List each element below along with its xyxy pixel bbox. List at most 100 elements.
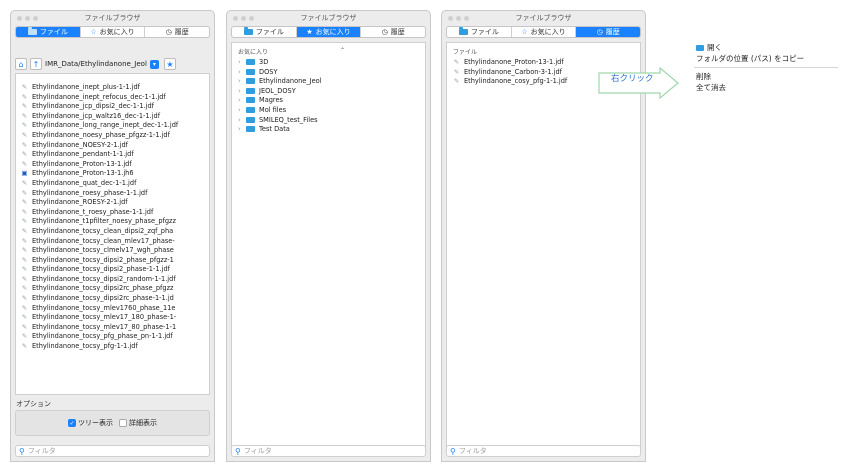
file-list-item[interactable]: ✎ Ethylindanone_t1pfilter_noesy_phase_pfg… [21, 217, 209, 227]
home-button[interactable]: ⌂ [15, 58, 27, 70]
chevron-right-icon[interactable]: › [238, 87, 246, 97]
window-controls[interactable] [448, 16, 469, 21]
file-list-item[interactable]: ✎ Ethylindanone_tocsy_clean_dipsi2_zqf_ph… [21, 227, 209, 237]
file-list-item[interactable]: ✎ Ethylindanone_tocsy_dipsi2rc_phase-1-1.… [21, 294, 209, 304]
file-list-item[interactable]: ✎ Ethylindanone_tocsy_clmelv17_wgh_phase [21, 246, 209, 256]
file-list-item[interactable]: ✎ Ethylindanone_roesy_phase-1-1.jdf [21, 189, 209, 199]
file-icon: ✎ [453, 58, 460, 66]
home-icon: ⌂ [18, 59, 24, 69]
file-browser-window-files: ファイルブラウザ ファイル ☆ お気に入り ◷ 履歴 ⌂ ↑ IMR_Data/Et… [10, 10, 215, 462]
sort-chevron-icon[interactable]: ⌃ [340, 47, 345, 56]
file-list-item[interactable]: ✎ Ethylindanone_tocsy_clean_mlev17_phase- [21, 237, 209, 247]
tab-favorites[interactable]: ☆ お気に入り [512, 27, 577, 37]
tab-favorites[interactable]: ★ お気に入り [296, 27, 362, 37]
file-name: Ethylindanone_long_range_inept_dec-1-1.j… [32, 121, 179, 130]
chevron-right-icon[interactable]: › [238, 116, 246, 126]
file-list-item[interactable]: ✎ Ethylindanone_tocsy_dipsi2_phase_pfgzz-… [21, 256, 209, 266]
tab-files[interactable]: ファイル [16, 27, 81, 37]
favorite-folder-item[interactable]: › Test Data [238, 125, 425, 135]
chevron-right-icon[interactable]: › [238, 96, 246, 106]
file-list-item[interactable]: ✎ Ethylindanone_long_range_inept_dec-1-1.… [21, 121, 209, 131]
file-list-item[interactable]: ✎ Ethylindanone_tocsy_dipsi2rc_phase_pfgz… [21, 284, 209, 294]
favorite-folder-item[interactable]: › Ethylindanone_Jeol [238, 77, 425, 87]
menu-item-copy-path[interactable]: フォルダの位置 (パス) をコピー [690, 53, 838, 64]
file-list-item[interactable]: ▣ Ethylindanone_Proton-13-1.jh6 [21, 169, 209, 179]
path-dropdown-button[interactable]: ▾ [149, 59, 159, 69]
favorite-folder-item[interactable]: › JEOL_DOSY [238, 87, 425, 97]
favorites-list[interactable]: お気に入り ⌃ › 3D › DOSY › Ethylindanone_Jeol › JEOL… [231, 42, 426, 450]
favorite-folder-item[interactable]: › SMILEQ_test_Files [238, 116, 425, 126]
chevron-down-icon: ▾ [152, 60, 156, 68]
file-list-item[interactable]: ✎ Ethylindanone_jcp_waltz16_dec-1-1.jdf [21, 112, 209, 122]
tab-history[interactable]: ◷ 履歴 [576, 27, 640, 37]
tab-favorites[interactable]: ☆ お気に入り [81, 27, 146, 37]
file-list-item[interactable]: ✎ Ethylindanone_quat_dec-1-1.jdf [21, 179, 209, 189]
column-header-files[interactable]: ファイル [453, 47, 640, 56]
window-controls[interactable] [233, 16, 254, 21]
chevron-right-icon[interactable]: › [238, 77, 246, 87]
filter-field[interactable]: ⚲ フィルタ [231, 445, 426, 457]
file-list-item[interactable]: ✎ Ethylindanone_tocsy_dipsi2_random-1-1.j… [21, 275, 209, 285]
file-name: Ethylindanone_t_roesy_phase-1-1.jdf [32, 207, 154, 216]
file-list-item[interactable]: ✎ Ethylindanone_noesy_phase_pfgzz-1-1.jdf [21, 131, 209, 141]
file-list-item[interactable]: ✎ Ethylindanone_pendant-1-1.jdf [21, 150, 209, 160]
detail-view-checkbox[interactable]: 詳細表示 [119, 418, 157, 428]
tab-history[interactable]: ◷ 履歴 [145, 27, 209, 37]
favorite-folder-item[interactable]: › Magres [238, 96, 425, 106]
file-name: Ethylindanone_quat_dec-1-1.jdf [32, 178, 137, 187]
file-icon: ✎ [21, 274, 28, 283]
tab-files[interactable]: ファイル [447, 27, 512, 37]
filter-input[interactable]: フィルタ [244, 446, 272, 456]
file-icon: ✎ [21, 121, 28, 130]
file-list-item[interactable]: ✎ Ethylindanone_tocsy_pfg_phase_pn-1-1.jd… [21, 332, 209, 342]
file-list-item[interactable]: ✎ Ethylindanone_tocsy_dipsi2_phase-1-1.jd… [21, 265, 209, 275]
current-path: IMR_Data/Ethylindanone_Jeol [45, 60, 147, 68]
file-name: Ethylindanone_Proton-13-1.jdf [464, 58, 564, 66]
window-controls[interactable] [17, 16, 38, 21]
file-list-item[interactable]: ✎ Ethylindanone_tocsy_mlev17_180_phase-1- [21, 313, 209, 323]
file-list-item[interactable]: ✎ Ethylindanone_t_roesy_phase-1-1.jdf [21, 208, 209, 218]
file-list-item[interactable]: ✎ Ethylindanone_NOESY-2-1.jdf [21, 141, 209, 151]
chevron-right-icon[interactable]: › [238, 58, 246, 68]
filter-input[interactable]: フィルタ [459, 446, 487, 456]
file-list-item[interactable]: ✎ Ethylindanone_inept_plus-1-1.jdf [21, 83, 209, 93]
file-icon: ✎ [21, 102, 28, 111]
file-list-item[interactable]: ✎ Ethylindanone_ROESY-2-1.jdf [21, 198, 209, 208]
add-favorite-button[interactable]: ★ [163, 58, 176, 70]
folder-icon [246, 87, 255, 94]
file-list-item[interactable]: ✎ Ethylindanone_inept_refocus_dec-1-1.jdf [21, 93, 209, 103]
column-header-favorites[interactable]: お気に入り [238, 47, 268, 56]
filter-input[interactable]: フィルタ [28, 446, 56, 456]
menu-item-delete[interactable]: 削除 [690, 71, 838, 82]
favorite-folder-item[interactable]: › 3D [238, 58, 425, 68]
tab-bar: ファイル ☆ お気に入り ◷ 履歴 [15, 26, 210, 38]
file-list-item[interactable]: ✎ Ethylindanone_jcp_dipsi2_dec-1-1.jdf [21, 102, 209, 112]
tab-history[interactable]: ◷ 履歴 [361, 27, 425, 37]
chevron-right-icon[interactable]: › [238, 68, 246, 78]
file-icon: ✎ [21, 111, 28, 120]
file-list-item[interactable]: ✎ Ethylindanone_tocsy_mlev17_80_phase-1-1 [21, 323, 209, 333]
file-list[interactable]: ✎ Ethylindanone_inept_plus-1-1.jdf ✎ Ethyli… [15, 73, 210, 395]
filter-field[interactable]: ⚲ フィルタ [15, 445, 210, 457]
tree-view-checkbox[interactable]: ✓ ツリー表示 [68, 418, 113, 428]
file-list-item[interactable]: ✎ Ethylindanone_tocsy_pfg-1-1.jdf [21, 342, 209, 352]
file-list-item[interactable]: ✎ Ethylindanone_Proton-13-1.jdf [21, 160, 209, 170]
checkmark-icon: ✓ [68, 419, 76, 427]
file-icon: ✎ [21, 130, 28, 139]
up-button[interactable]: ↑ [30, 58, 42, 70]
menu-item-open[interactable]: 開く [690, 42, 838, 53]
star-icon: ★ [166, 59, 174, 69]
window-titlebar: ファイルブラウザ [442, 11, 645, 26]
chevron-right-icon[interactable]: › [238, 125, 246, 135]
chevron-right-icon[interactable]: › [238, 106, 246, 116]
menu-item-clear-all[interactable]: 全て消去 [690, 82, 838, 93]
folder-icon [458, 27, 468, 35]
file-icon: ✎ [21, 265, 28, 274]
history-list[interactable]: ファイル ✎ Ethylindanone_Proton-13-1.jdf ✎ Ethy… [446, 42, 641, 450]
file-list-item[interactable]: ✎ Ethylindanone_tocsy_mlev1760_phase_11e [21, 304, 209, 314]
favorite-folder-item[interactable]: › Mol files [238, 106, 425, 116]
tab-files[interactable]: ファイル [232, 27, 297, 37]
favorite-folder-item[interactable]: › DOSY [238, 68, 425, 78]
menu-separator [694, 67, 838, 68]
filter-field[interactable]: ⚲ フィルタ [446, 445, 641, 457]
